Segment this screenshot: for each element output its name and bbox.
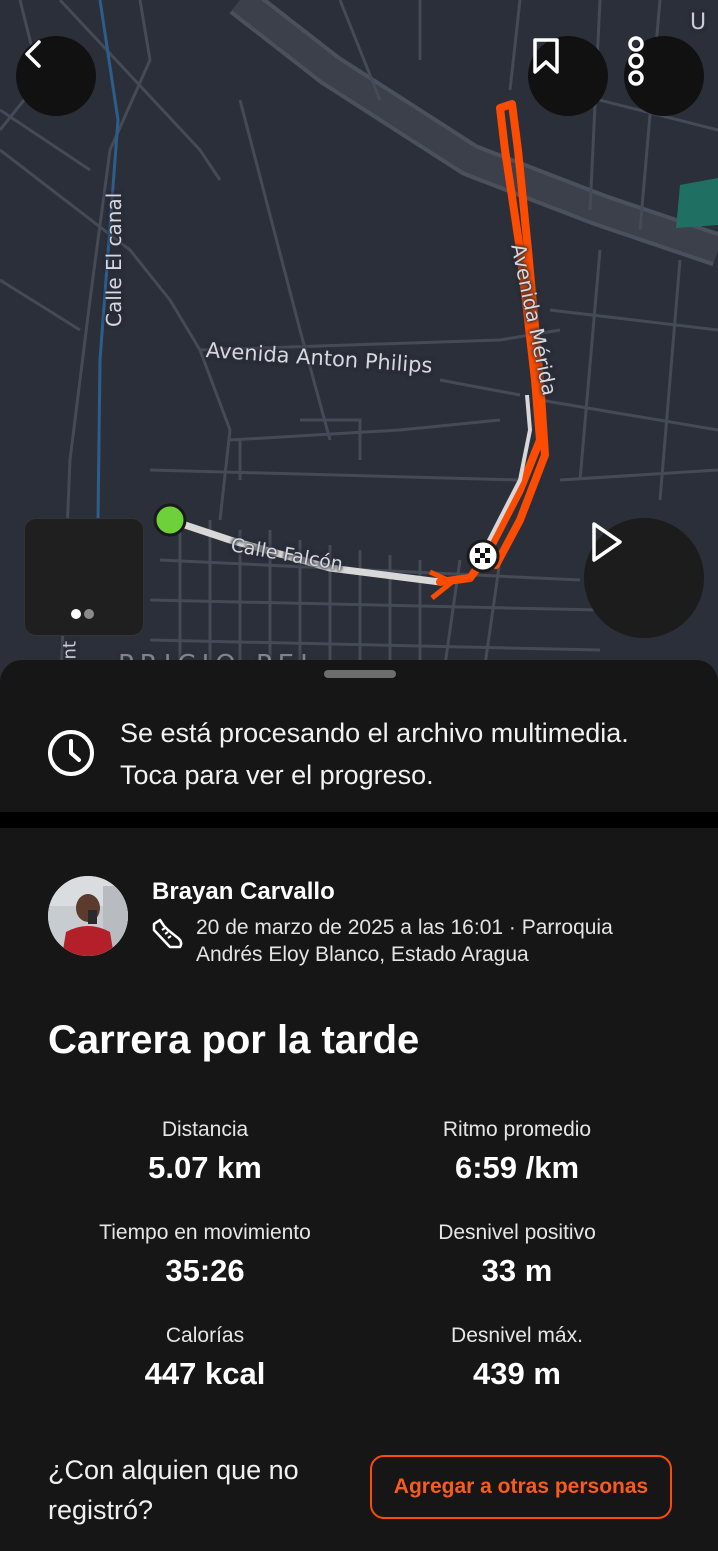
stat-label: Calorías [165, 1324, 245, 1347]
stat-elevation-gain: Desnivel positivo 33 m [352, 1219, 682, 1291]
avatar-photo [48, 876, 128, 956]
media-carousel-dots [71, 609, 94, 619]
add-others-button[interactable]: Agregar a otras personas [370, 1455, 672, 1519]
avatar[interactable] [48, 876, 128, 956]
stat-value: 447 kcal [144, 1356, 266, 1391]
play-flyover-button[interactable] [584, 518, 704, 638]
chevron-left-icon [25, 40, 41, 68]
stat-label: Ritmo promedio [442, 1118, 592, 1141]
processing-message: Se está procesando el archivo multimedia… [120, 718, 629, 790]
clock-icon [48, 730, 94, 776]
map-label-calle-el-canal: Calle El canal [102, 192, 126, 327]
activity-sheet: Se está procesando el archivo multimedia… [0, 660, 718, 1551]
finish-marker [466, 539, 500, 573]
bookmark-icon [533, 38, 559, 74]
media-thumbnail[interactable] [24, 518, 144, 636]
back-button[interactable] [16, 36, 96, 116]
section-divider [0, 812, 718, 828]
stat-value: 33 m [481, 1253, 553, 1288]
stat-moving-time: Tiempo en movimiento 35:26 [40, 1219, 370, 1291]
stat-label: Tiempo en movimiento [99, 1221, 311, 1244]
stat-distance: Distancia 5.07 km [40, 1116, 370, 1188]
media-processing-banner[interactable]: Se está procesando el archivo multimedia… [0, 696, 718, 812]
stat-calories: Calorías 447 kcal [40, 1322, 370, 1394]
more-vertical-icon [628, 36, 644, 86]
stat-value: 5.07 km [148, 1150, 262, 1185]
sheet-drag-handle[interactable] [324, 670, 396, 678]
athlete-name[interactable]: Brayan Carvallo [152, 878, 335, 906]
tag-others-question: ¿Con alquien que no registró? [48, 1455, 299, 1525]
more-options-button[interactable] [624, 36, 704, 116]
stat-label: Desnivel máx. [451, 1324, 583, 1347]
bookmark-button[interactable] [528, 36, 608, 116]
stat-avg-pace: Ritmo promedio 6:59 /km [352, 1116, 682, 1188]
stat-max-elevation: Desnivel máx. 439 m [352, 1322, 682, 1394]
route-map[interactable]: Calle El canal Avenida Anton Philips Ave… [0, 0, 718, 700]
activity-date-location: 20 de marzo de 2025 a las 16:01 · Parroq… [196, 916, 613, 966]
play-icon [592, 522, 622, 562]
stat-value: 439 m [473, 1356, 561, 1391]
running-shoe-icon [152, 918, 183, 949]
carousel-dot-active [71, 609, 81, 619]
start-marker [153, 503, 187, 537]
map-label-corner: U [690, 10, 710, 35]
activity-title: Carrera por la tarde [48, 1018, 420, 1062]
stat-value: 6:59 /km [454, 1150, 580, 1185]
carousel-dot [84, 609, 94, 619]
stat-value: 35:26 [165, 1253, 245, 1288]
stat-label: Distancia [161, 1118, 249, 1141]
stat-label: Desnivel positivo [438, 1221, 596, 1244]
